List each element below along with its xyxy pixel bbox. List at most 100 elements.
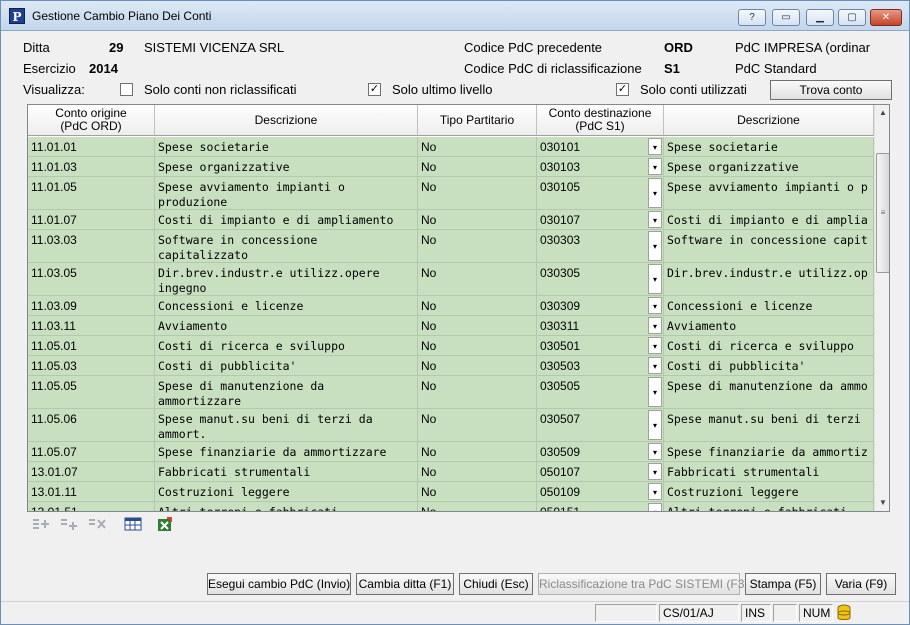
grid-vertical-scrollbar[interactable]: ▲ ≡ ▼ xyxy=(874,105,889,511)
cell-conto-destinazione[interactable]: 030509 ▾ xyxy=(537,442,664,461)
cell-tipo-partitario[interactable]: No xyxy=(418,177,537,209)
cell-tipo-partitario[interactable]: No xyxy=(418,462,537,481)
cell-conto-origine[interactable]: 11.03.11 xyxy=(28,316,155,335)
dropdown-arrow-icon[interactable]: ▾ xyxy=(648,297,662,314)
maximize-button[interactable]: ▢ xyxy=(838,9,866,26)
dropdown-arrow-icon[interactable]: ▾ xyxy=(648,317,662,334)
solo-utilizzati-label[interactable]: Solo conti utilizzati xyxy=(640,82,747,97)
solo-utilizzati-checkbox[interactable]: ✓ xyxy=(616,83,629,96)
cell-descrizione[interactable]: Spese manut.su beni di terzi da ammort. xyxy=(155,409,418,441)
cell-conto-destinazione[interactable]: 050151 ▾ xyxy=(537,502,664,511)
cell-conto-destinazione[interactable]: 050109 ▾ xyxy=(537,482,664,501)
dropdown-arrow-icon[interactable]: ▾ xyxy=(648,377,662,407)
cell-tipo-partitario[interactable]: No xyxy=(418,263,537,295)
cell-tipo-partitario[interactable]: No xyxy=(418,210,537,229)
cell-descrizione[interactable]: Costi di ricerca e sviluppo xyxy=(155,336,418,355)
cell-descrizione[interactable]: Concessioni e licenze xyxy=(155,296,418,315)
table-row[interactable]: 11.05.05 Spese di manutenzione da ammorti… xyxy=(28,376,874,409)
dropdown-arrow-icon[interactable]: ▾ xyxy=(648,337,662,354)
cell-conto-destinazione[interactable]: 030107 ▾ xyxy=(537,210,664,229)
table-row[interactable]: 11.05.06 Spese manut.su beni di terzi da … xyxy=(28,409,874,442)
cell-conto-origine[interactable]: 11.01.07 xyxy=(28,210,155,229)
cell-conto-origine[interactable]: 11.01.03 xyxy=(28,157,155,176)
solo-non-riclassificati-checkbox[interactable] xyxy=(120,83,133,96)
cell-descrizione[interactable]: Costi di impianto e di ampliamento xyxy=(155,210,418,229)
cell-descrizione-dest[interactable]: Fabbricati strumentali xyxy=(664,462,874,481)
cell-descrizione[interactable]: Spese societarie xyxy=(155,137,418,156)
cell-descrizione-dest[interactable]: Costi di ricerca e sviluppo xyxy=(664,336,874,355)
table-row[interactable]: 11.01.05 Spese avviamento impianti o prod… xyxy=(28,177,874,210)
cell-descrizione[interactable]: Avviamento xyxy=(155,316,418,335)
cell-descrizione[interactable]: Costi di pubblicita' xyxy=(155,356,418,375)
delete-row-icon[interactable] xyxy=(87,517,109,533)
esegui-cambio-button[interactable]: Esegui cambio PdC (Invio) xyxy=(207,573,351,595)
cell-tipo-partitario[interactable]: No xyxy=(418,157,537,176)
table-row[interactable]: 11.05.01 Costi di ricerca e sviluppo No 030… xyxy=(28,336,874,356)
close-button[interactable]: ✕ xyxy=(870,9,902,26)
col-header-conto-destinazione[interactable]: Conto destinazione (PdC S1) xyxy=(537,105,664,136)
table-row[interactable]: 11.03.09 Concessioni e licenze No 030309 ▾ Co… xyxy=(28,296,874,316)
col-header-tipo-partitario[interactable]: Tipo Partitario xyxy=(418,105,537,136)
table-view-icon[interactable] xyxy=(123,517,143,533)
solo-non-riclassificati-label[interactable]: Solo conti non riclassificati xyxy=(144,82,296,97)
table-row[interactable]: 11.03.05 Dir.brev.industr.e utilizz.opere… xyxy=(28,263,874,296)
chiudi-button[interactable]: Chiudi (Esc) xyxy=(459,573,533,595)
cell-descrizione-dest[interactable]: Spese societarie xyxy=(664,137,874,156)
cell-descrizione-dest[interactable]: Dir.brev.industr.e utilizz.op xyxy=(664,263,874,295)
table-row[interactable]: 13.01.11 Costruzioni leggere No 050109 ▾ Cost… xyxy=(28,482,874,502)
cell-tipo-partitario[interactable]: No xyxy=(418,336,537,355)
cell-conto-destinazione[interactable]: 030507 ▾ xyxy=(537,409,664,441)
cell-descrizione[interactable]: Spese avviamento impianti o produzione xyxy=(155,177,418,209)
screen-icon[interactable]: ▭ xyxy=(772,9,800,26)
minimize-button[interactable]: ▁ xyxy=(806,9,834,26)
col-header-conto-origine[interactable]: Conto origine (PdC ORD) xyxy=(28,105,155,136)
varia-button[interactable]: Varia (F9) xyxy=(826,573,896,595)
table-row[interactable]: 11.05.03 Costi di pubblicita' No 030503 ▾ Cos… xyxy=(28,356,874,376)
col-header-descrizione-dest[interactable]: Descrizione xyxy=(664,105,874,136)
cell-tipo-partitario[interactable]: No xyxy=(418,409,537,441)
cell-conto-origine[interactable]: 11.05.05 xyxy=(28,376,155,408)
cell-tipo-partitario[interactable]: No xyxy=(418,137,537,156)
stampa-button[interactable]: Stampa (F5) xyxy=(745,573,821,595)
cell-conto-origine[interactable]: 13.01.51 xyxy=(28,502,155,511)
cell-conto-origine[interactable]: 11.05.01 xyxy=(28,336,155,355)
cell-conto-origine[interactable]: 13.01.11 xyxy=(28,482,155,501)
table-row[interactable]: 11.01.01 Spese societarie No 030101 ▾ Spese s… xyxy=(28,137,874,157)
cell-descrizione-dest[interactable]: Costi di pubblicita' xyxy=(664,356,874,375)
cambia-ditta-button[interactable]: Cambia ditta (F1) xyxy=(356,573,454,595)
cell-tipo-partitario[interactable]: No xyxy=(418,230,537,262)
cell-conto-destinazione[interactable]: 030303 ▾ xyxy=(537,230,664,262)
cell-tipo-partitario[interactable]: No xyxy=(418,296,537,315)
dropdown-arrow-icon[interactable]: ▾ xyxy=(648,410,662,440)
cell-descrizione-dest[interactable]: Spese finanziarie da ammortiz xyxy=(664,442,874,461)
cell-conto-destinazione[interactable]: 030503 ▾ xyxy=(537,356,664,375)
trova-conto-button[interactable]: Trova conto xyxy=(770,80,892,100)
cell-descrizione[interactable]: Software in concessione capitalizzato xyxy=(155,230,418,262)
cell-descrizione-dest[interactable]: Spese organizzative xyxy=(664,157,874,176)
cell-descrizione-dest[interactable]: Spese di manutenzione da ammo xyxy=(664,376,874,408)
scroll-up-icon[interactable]: ▲ xyxy=(875,105,889,121)
cell-conto-origine[interactable]: 11.03.09 xyxy=(28,296,155,315)
excel-export-icon[interactable] xyxy=(155,517,175,533)
title-bar[interactable]: P Gestione Cambio Piano Dei Conti ? ▭ ▁ … xyxy=(1,1,909,31)
scroll-down-icon[interactable]: ▼ xyxy=(875,495,889,511)
cell-descrizione-dest[interactable]: Software in concessione capit xyxy=(664,230,874,262)
cell-descrizione[interactable]: Spese organizzative xyxy=(155,157,418,176)
cell-tipo-partitario[interactable]: No xyxy=(418,442,537,461)
col-header-descrizione[interactable]: Descrizione xyxy=(155,105,418,136)
cell-descrizione[interactable]: Fabbricati strumentali xyxy=(155,462,418,481)
dropdown-arrow-icon[interactable]: ▾ xyxy=(648,138,662,155)
cell-descrizione-dest[interactable]: Concessioni e licenze xyxy=(664,296,874,315)
cell-conto-origine[interactable]: 11.03.03 xyxy=(28,230,155,262)
solo-ultimo-livello-label[interactable]: Solo ultimo livello xyxy=(392,82,492,97)
table-row[interactable]: 13.01.07 Fabbricati strumentali No 050107 ▾ F… xyxy=(28,462,874,482)
table-row[interactable]: 11.01.07 Costi di impianto e di ampliamen… xyxy=(28,210,874,230)
cell-tipo-partitario[interactable]: No xyxy=(418,316,537,335)
table-row[interactable]: 11.03.11 Avviamento No 030311 ▾ Avviamento xyxy=(28,316,874,336)
cell-conto-origine[interactable]: 11.05.06 xyxy=(28,409,155,441)
cell-conto-origine[interactable]: 11.05.03 xyxy=(28,356,155,375)
cell-conto-destinazione[interactable]: 030305 ▾ xyxy=(537,263,664,295)
dropdown-arrow-icon[interactable]: ▾ xyxy=(648,211,662,228)
cell-descrizione-dest[interactable]: Costi di impianto e di amplia xyxy=(664,210,874,229)
dropdown-arrow-icon[interactable]: ▾ xyxy=(648,178,662,208)
